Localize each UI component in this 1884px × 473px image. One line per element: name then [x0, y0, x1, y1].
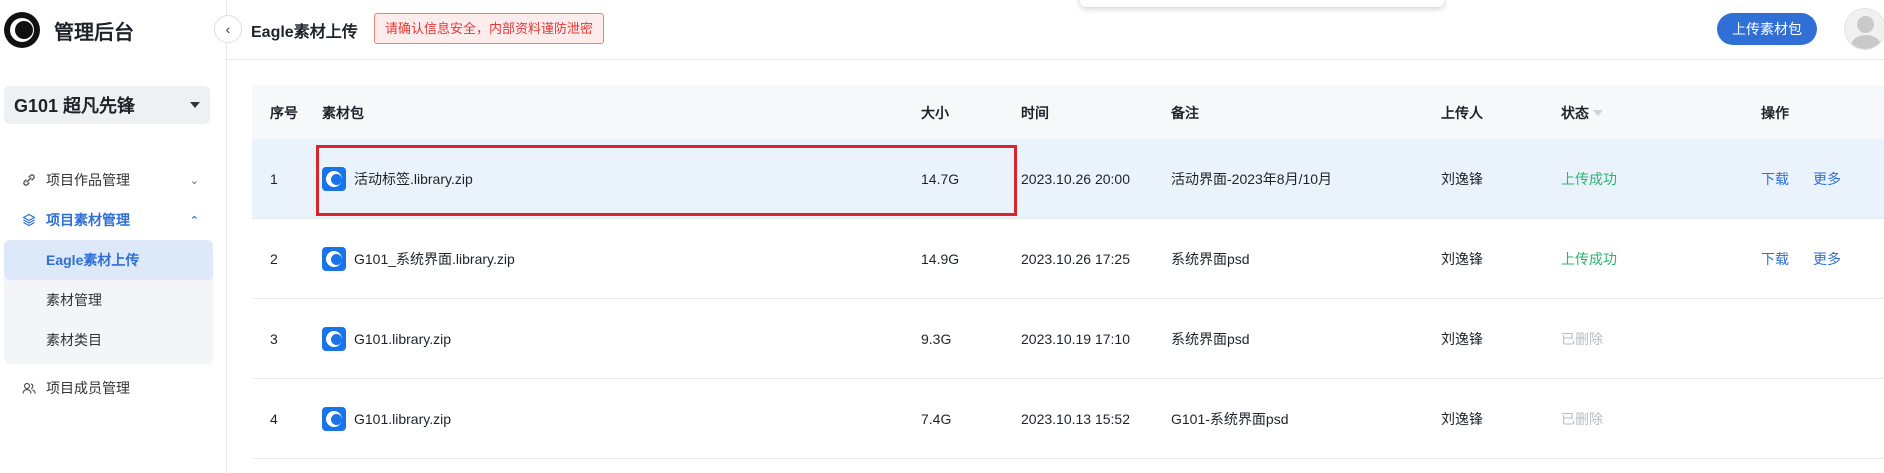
package-name: G101.library.zip [354, 330, 452, 347]
eagle-library-icon [322, 166, 346, 191]
cell-note: 系统界面psd [1171, 330, 1250, 347]
table-header: 序号 素材包 大小 时间 备注 上传人 状态 操作 [252, 86, 1884, 139]
col-header-package: 素材包 [322, 104, 364, 121]
brand[interactable]: 管理后台 [4, 10, 134, 50]
cell-note: 活动界面-2023年8月/10月 [1171, 170, 1333, 187]
chevron-up-icon: ⌃ [189, 214, 199, 227]
cell-time: 2023.10.13 15:52 [1021, 410, 1130, 427]
cell-package: G101_系统界面.library.zip [322, 246, 921, 271]
col-header-time: 时间 [1021, 104, 1049, 121]
table-row[interactable]: 1 活动标签.library.zip 14.7G 2023.10.26 20:0… [252, 139, 1884, 219]
dropdown-popup-edge [1080, 0, 1444, 7]
col-header-note: 备注 [1171, 104, 1199, 121]
sidebar-item-label: 项目作品管理 [46, 172, 130, 188]
cell-index: 4 [270, 410, 278, 427]
col-header-size: 大小 [921, 104, 949, 121]
filter-caret-icon[interactable] [1593, 109, 1603, 116]
chevron-left-icon: ‹ [225, 21, 231, 37]
col-header-ops: 操作 [1761, 104, 1789, 121]
sidebar-item-works[interactable]: 项目作品管理 ⌄ [0, 160, 227, 200]
link-icon [22, 173, 36, 187]
sidebar: 管理后台 G101 超凡先锋 项目作品管理 ⌄ 项目素材管理 ⌃ Eagle素材… [0, 0, 227, 473]
more-link[interactable]: 更多 [1813, 169, 1841, 189]
cell-uploader: 刘逸锋 [1441, 170, 1483, 187]
sidebar-item-members[interactable]: 项目成员管理 [0, 368, 227, 408]
table-row[interactable]: 3 G101.library.zip 9.3G 2023.10.19 17:10… [252, 299, 1884, 379]
cell-index: 3 [270, 330, 278, 347]
cell-note: G101-系统界面psd [1171, 410, 1289, 427]
eagle-library-icon [322, 246, 346, 271]
upload-package-button[interactable]: 上传素材包 [1717, 13, 1817, 45]
avatar[interactable] [1844, 8, 1884, 50]
col-header-uploader: 上传人 [1441, 104, 1483, 121]
eagle-library-icon [322, 406, 346, 431]
eagle-library-icon [322, 326, 346, 351]
members-icon [22, 381, 36, 395]
cell-package: G101.library.zip [322, 326, 921, 351]
package-name: 活动标签.library.zip [354, 170, 473, 187]
layers-icon [22, 213, 36, 227]
cell-time: 2023.10.19 17:10 [1021, 330, 1130, 347]
cell-time: 2023.10.26 20:00 [1021, 170, 1130, 187]
cell-package: G101.library.zip [322, 406, 921, 431]
package-name: G101_系统界面.library.zip [354, 250, 515, 267]
cell-ops: 下载 更多 [1761, 249, 1884, 269]
package-name: G101.library.zip [354, 410, 452, 427]
project-name: G101 超凡先锋 [14, 96, 136, 116]
sidebar-nav: 项目作品管理 ⌄ 项目素材管理 ⌃ Eagle素材上传 素材管理 素材类目 项目… [0, 160, 227, 408]
status-badge: 上传成功 [1561, 250, 1617, 267]
more-link[interactable]: 更多 [1813, 249, 1841, 269]
page-header: ‹ Eagle素材上传 请确认信息安全，内部资料谨防泄密 上传素材包 [214, 0, 1884, 60]
collapse-sidebar-button[interactable]: ‹ [214, 15, 242, 43]
col-header-status[interactable]: 状态 [1561, 103, 1761, 123]
download-link[interactable]: 下载 [1761, 169, 1789, 189]
app-title: 管理后台 [54, 21, 134, 44]
status-badge: 已删除 [1561, 410, 1603, 427]
sidebar-item-label: 项目素材管理 [46, 212, 130, 228]
sidebar-item-assets[interactable]: 项目素材管理 ⌃ [0, 200, 227, 240]
cell-size: 14.9G [921, 250, 960, 267]
col-header-status-label: 状态 [1561, 104, 1589, 121]
cell-size: 7.4G [921, 410, 952, 427]
status-badge: 已删除 [1561, 330, 1603, 347]
cell-uploader: 刘逸锋 [1441, 250, 1483, 267]
table-row[interactable]: 2 G101_系统界面.library.zip 14.9G 2023.10.26… [252, 219, 1884, 299]
caret-down-icon [190, 102, 200, 108]
chevron-down-icon: ⌄ [189, 174, 199, 187]
download-link[interactable]: 下载 [1761, 249, 1789, 269]
asset-table: 序号 素材包 大小 时间 备注 上传人 状态 操作 1 活动标签.library… [252, 86, 1884, 459]
sidebar-item-asset-manage[interactable]: 素材管理 [4, 280, 213, 320]
app-logo-icon [4, 12, 40, 48]
cell-ops: 下载 更多 [1761, 169, 1884, 189]
sidebar-item-eagle-upload[interactable]: Eagle素材上传 [4, 240, 213, 280]
sidebar-item-label: 项目成员管理 [46, 380, 130, 396]
col-header-index: 序号 [270, 104, 298, 121]
table-row[interactable]: 4 G101.library.zip 7.4G 2023.10.13 15:52… [252, 379, 1884, 459]
security-warning-badge: 请确认信息安全，内部资料谨防泄密 [374, 13, 605, 44]
cell-note: 系统界面psd [1171, 250, 1250, 267]
project-selector[interactable]: G101 超凡先锋 [4, 86, 210, 124]
cell-uploader: 刘逸锋 [1441, 410, 1483, 427]
status-badge: 上传成功 [1561, 170, 1617, 187]
cell-size: 14.7G [921, 170, 960, 187]
cell-index: 2 [270, 250, 278, 267]
page-title: Eagle素材上传 [251, 24, 358, 41]
cell-index: 1 [270, 170, 278, 187]
cell-package: 活动标签.library.zip [322, 166, 921, 191]
sidebar-item-asset-category[interactable]: 素材类目 [4, 320, 213, 360]
cell-time: 2023.10.26 17:25 [1021, 250, 1130, 267]
cell-uploader: 刘逸锋 [1441, 330, 1483, 347]
sidebar-subnav: Eagle素材上传 素材管理 素材类目 [4, 240, 213, 364]
cell-size: 9.3G [921, 330, 952, 347]
